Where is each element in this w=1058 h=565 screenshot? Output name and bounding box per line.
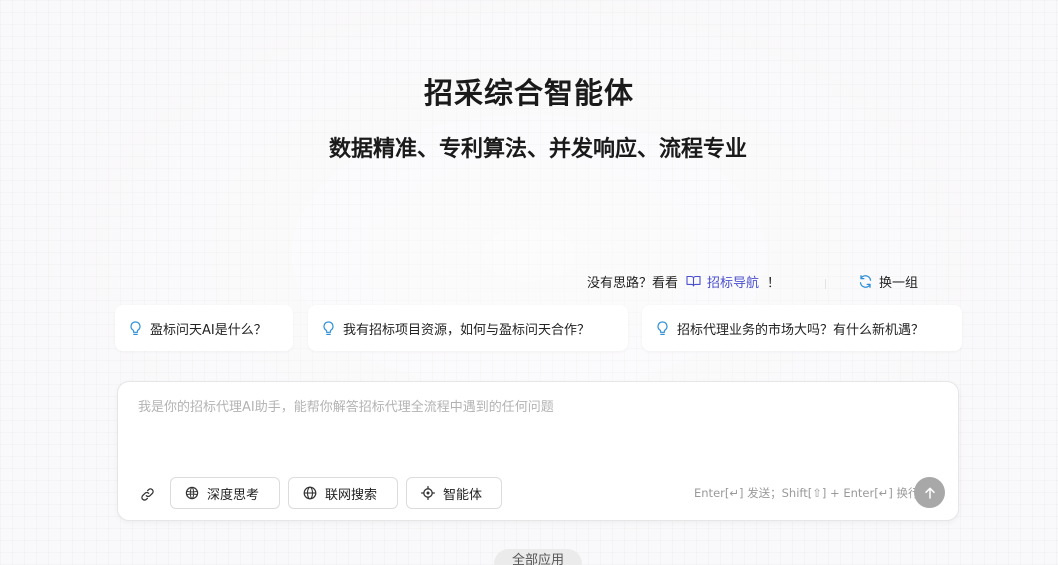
suggestion-label: 招标代理业务的市场大吗？有什么新机遇？ xyxy=(677,322,925,338)
keyboard-shortcut-hint: Enter[↵] 发送；Shift[⇧] + Enter[↵] 换行 xyxy=(694,486,920,500)
page-title: 招采综合智能体 xyxy=(423,76,634,110)
globe-icon xyxy=(303,486,317,500)
page-subtitle: 数据精准、专利算法、并发响应、流程专业 xyxy=(328,137,747,162)
attach-link-button[interactable] xyxy=(138,485,156,503)
bidding-guide-link[interactable]: 招标导航 xyxy=(686,272,759,291)
chat-input[interactable] xyxy=(138,396,938,456)
refresh-icon xyxy=(859,274,872,288)
lightbulb-icon xyxy=(130,320,141,335)
refresh-suggestions-button[interactable]: 换一组 xyxy=(858,271,918,291)
lightbulb-icon xyxy=(323,320,334,335)
arrow-up-icon xyxy=(924,487,935,499)
book-icon xyxy=(686,275,701,287)
agent-button[interactable]: 智能体 xyxy=(406,477,502,509)
web-search-label: 联网搜索 xyxy=(325,487,378,503)
send-button[interactable] xyxy=(914,477,945,508)
chat-composer: 深度思考 联网搜索 智能体 Enter[↵] 发送；Shift[⇧] + Ent… xyxy=(117,381,959,521)
link-icon xyxy=(140,487,154,501)
lightbulb-icon xyxy=(657,320,668,335)
bidding-guide-label: 招标导航 xyxy=(707,275,760,291)
deep-think-label: 深度思考 xyxy=(207,487,260,503)
hint-prefix: 没有思路？看看 xyxy=(587,275,679,291)
agent-label: 智能体 xyxy=(443,487,483,503)
all-apps-tab[interactable]: 全部应用 xyxy=(494,549,582,565)
deep-think-icon xyxy=(185,486,199,500)
hint-suffix: ！ xyxy=(767,275,781,291)
hint-row: 没有思路？看看 招标导航 ！ xyxy=(587,271,780,291)
refresh-label: 换一组 xyxy=(879,275,919,291)
suggestion-label: 盈标问天AI是什么？ xyxy=(150,322,267,338)
deep-think-button[interactable]: 深度思考 xyxy=(170,477,280,509)
suggestion-chip[interactable]: 我有招标项目资源，如何与盈标问天合作？ xyxy=(308,305,628,351)
agent-icon xyxy=(421,486,435,500)
suggestion-chip[interactable]: 招标代理业务的市场大吗？有什么新机遇？ xyxy=(642,305,962,351)
web-search-button[interactable]: 联网搜索 xyxy=(288,477,398,509)
divider xyxy=(825,279,826,289)
suggestion-chip[interactable]: 盈标问天AI是什么？ xyxy=(115,305,293,351)
suggestion-label: 我有招标项目资源，如何与盈标问天合作？ xyxy=(343,322,591,338)
